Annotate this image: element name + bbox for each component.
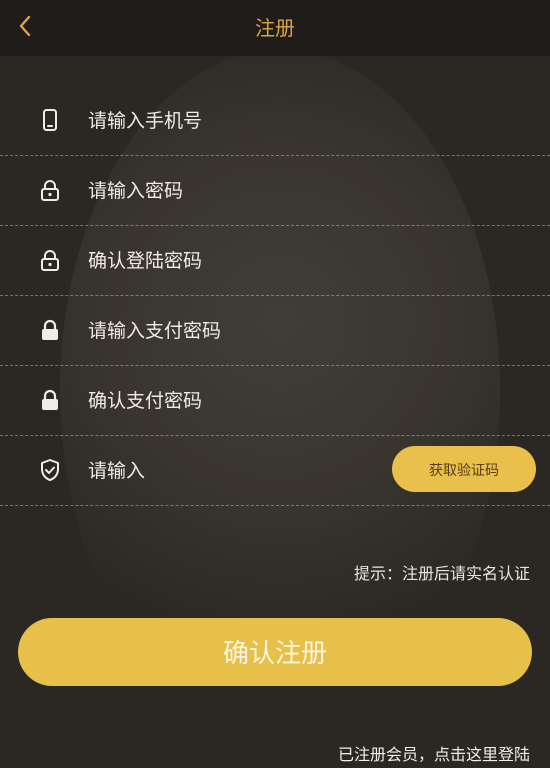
lock-outline-icon	[41, 250, 59, 271]
shield-check-icon	[41, 459, 59, 481]
confirm-password-field[interactable]: 确认登陆密码	[0, 226, 550, 296]
lock-outline-icon	[41, 180, 59, 201]
login-link[interactable]: 已注册会员，点击这里登陆	[338, 741, 530, 765]
confirm-password-placeholder: 确认登陆密码	[88, 250, 203, 272]
phone-placeholder: 请输入手机号	[88, 110, 203, 132]
lock-filled-icon	[42, 319, 58, 340]
password-placeholder: 请输入密码	[88, 180, 184, 202]
register-form: 请输入手机号 请输入密码 确认登陆密码 请输入支付密码 确认支付密码 请输入 获…	[0, 86, 550, 506]
confirm-pay-password-placeholder: 确认支付密码	[88, 390, 203, 412]
pay-password-placeholder: 请输入支付密码	[88, 320, 222, 342]
phone-field[interactable]: 请输入手机号	[0, 86, 550, 156]
header: 注册	[0, 0, 550, 56]
phone-icon	[43, 109, 57, 131]
page-title: 注册	[255, 16, 295, 40]
password-field[interactable]: 请输入密码	[0, 156, 550, 226]
confirm-pay-password-field[interactable]: 确认支付密码	[0, 366, 550, 436]
verification-code-field[interactable]: 请输入 获取验证码	[0, 436, 550, 506]
lock-filled-icon	[42, 389, 58, 410]
pay-password-field[interactable]: 请输入支付密码	[0, 296, 550, 366]
verification-code-placeholder: 请输入	[88, 460, 146, 482]
register-hint: 提示：注册后请实名认证	[353, 564, 530, 583]
get-code-button[interactable]: 获取验证码	[392, 446, 536, 492]
confirm-register-button[interactable]: 确认注册	[18, 618, 532, 686]
